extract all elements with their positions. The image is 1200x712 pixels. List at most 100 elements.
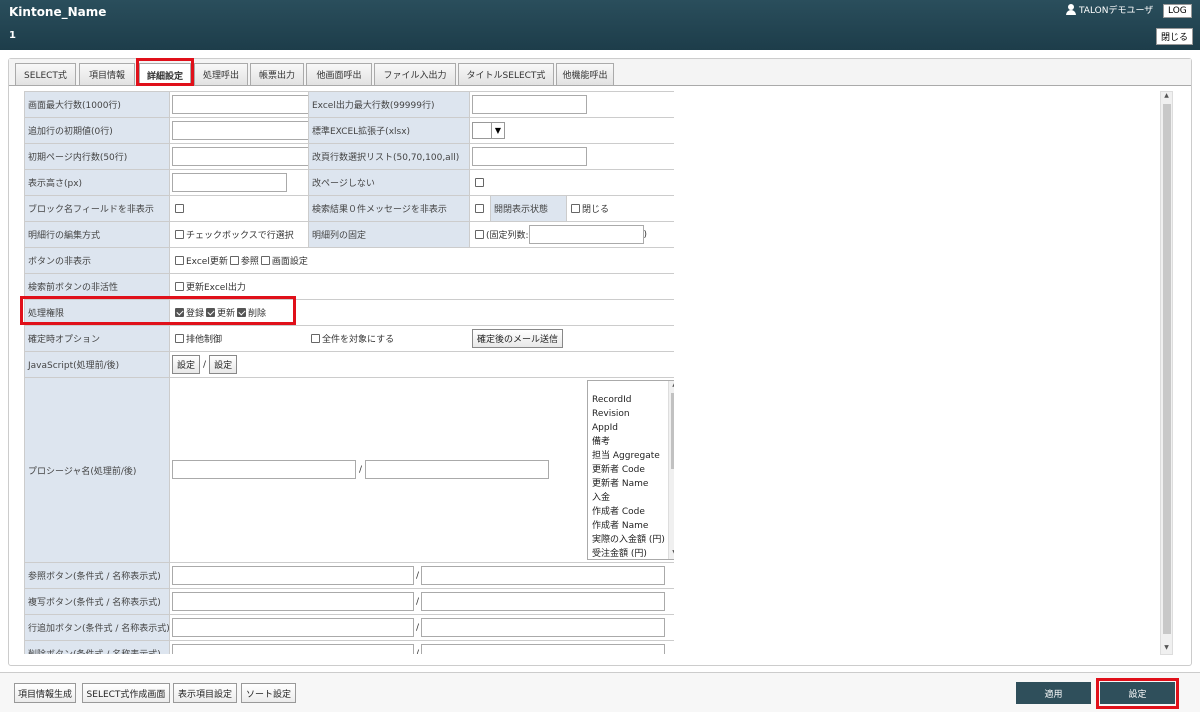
bottom-toolbar: 項目情報生成 SELECT式作成画面 表示項目設定 ソート設定 適用 設定 bbox=[0, 672, 1200, 712]
field-listbox[interactable]: RecordId Revision AppId 備考 担当 Aggregate 更新者 C… bbox=[587, 380, 674, 560]
hide-screen-setting-text: 画面設定 bbox=[271, 257, 308, 267]
delete-button-label: 削除ボタン(条件式 / 名称表示式) bbox=[24, 641, 170, 654]
display-items-button[interactable]: 表示項目設定 bbox=[173, 683, 237, 703]
excel-ext-select[interactable]: ▼ bbox=[472, 122, 505, 139]
listbox-scroll-thumb[interactable] bbox=[671, 393, 674, 469]
all-records-checkbox[interactable] bbox=[311, 334, 320, 343]
tab-process-call[interactable]: 処理呼出 bbox=[194, 63, 248, 85]
no-page-break-label: 改ページしない bbox=[308, 170, 470, 195]
page-rows-input[interactable] bbox=[172, 147, 315, 166]
sort-settings-button[interactable]: ソート設定 bbox=[241, 683, 296, 703]
scroll-down-icon[interactable]: ▼ bbox=[1161, 644, 1172, 654]
form-row: 参照ボタン(条件式 / 名称表示式) / bbox=[24, 563, 674, 589]
tab-select-formula[interactable]: SELECT式 bbox=[15, 63, 76, 85]
tab-other-function[interactable]: 他機能呼出 bbox=[556, 63, 614, 85]
hide-reference-checkbox[interactable] bbox=[229, 256, 239, 265]
fix-columns-label: 明細列の固定 bbox=[308, 222, 470, 247]
excel-max-rows-input[interactable] bbox=[472, 95, 587, 114]
gen-item-info-button[interactable]: 項目情報生成 bbox=[14, 683, 76, 703]
field-list-item[interactable]: 作成者 Code bbox=[592, 505, 674, 519]
log-button[interactable]: LOG bbox=[1163, 4, 1192, 18]
form-row: ブロック名フィールドを非表示 検索結果０件メッセージを非表示 開閉表示状態 閉じ… bbox=[24, 196, 674, 222]
post-confirm-mail-button[interactable]: 確定後のメール送信 bbox=[472, 329, 564, 348]
user-icon bbox=[1066, 4, 1076, 15]
user-info: TALONデモユーザ bbox=[1066, 3, 1153, 16]
form-row: JavaScript(処理前/後) 設定 / 設定 bbox=[24, 352, 674, 378]
field-list-item[interactable]: 入金 bbox=[592, 491, 674, 505]
field-list-item[interactable]: 更新者 Code bbox=[592, 463, 674, 477]
permission-cell: 登録 更新 削除 bbox=[175, 300, 268, 325]
hide-screen-setting-checkbox[interactable] bbox=[260, 256, 270, 265]
all-records-option: 全件を対象にする bbox=[311, 326, 394, 351]
copy-name-input[interactable] bbox=[421, 592, 665, 611]
apply-button[interactable]: 適用 bbox=[1016, 682, 1091, 704]
tab-item-info[interactable]: 項目情報 bbox=[79, 63, 135, 85]
checkbox-select-checkbox[interactable] bbox=[175, 230, 184, 239]
fix-columns-checkbox[interactable] bbox=[475, 230, 484, 239]
ref-name-input[interactable] bbox=[421, 566, 665, 585]
main-scrollbar[interactable]: ▲ ▼ bbox=[1160, 91, 1173, 655]
tab-title-select[interactable]: タイトルSELECT式 bbox=[458, 63, 554, 85]
add-row-condition-input[interactable] bbox=[172, 618, 414, 637]
field-list-item[interactable]: Revision bbox=[592, 407, 674, 421]
copy-button-label: 複写ボタン(条件式 / 名称表示式) bbox=[24, 589, 170, 614]
tab-detail-settings[interactable]: 詳細設定 bbox=[139, 63, 191, 86]
select-builder-button[interactable]: SELECT式作成画面 bbox=[82, 683, 170, 703]
close-checkbox[interactable] bbox=[571, 204, 580, 213]
tab-file-io[interactable]: ファイル入出力 bbox=[374, 63, 456, 85]
tab-bar: SELECT式 項目情報 詳細設定 処理呼出 帳票出力 他画面呼出 ファイル入出… bbox=[9, 59, 1191, 86]
hide-no-result-label: 検索結果０件メッセージを非表示 bbox=[308, 196, 470, 221]
main-scroll-thumb[interactable] bbox=[1163, 104, 1171, 634]
scroll-down-icon[interactable]: ▼ bbox=[669, 549, 674, 559]
field-list-item[interactable]: 受注金額 (円) bbox=[592, 547, 674, 559]
disable-before-search-label: 検索前ボタンの非活性 bbox=[24, 274, 170, 299]
perm-register-text: 登録 bbox=[186, 309, 205, 319]
perm-register-checkbox[interactable] bbox=[175, 308, 184, 317]
no-page-break-checkbox[interactable] bbox=[475, 178, 484, 187]
add-row-name-input[interactable] bbox=[421, 618, 665, 637]
field-list-item[interactable]: AppId bbox=[592, 421, 674, 435]
field-list-item[interactable]: 作成者 Name bbox=[592, 519, 674, 533]
tab-other-screen[interactable]: 他画面呼出 bbox=[306, 63, 372, 85]
close-button[interactable]: 閉じる bbox=[1156, 28, 1194, 45]
scroll-up-icon[interactable]: ▲ bbox=[669, 381, 674, 391]
delete-name-input[interactable] bbox=[421, 644, 665, 654]
procedure-before-input[interactable] bbox=[172, 460, 356, 479]
exclusive-control-checkbox[interactable] bbox=[175, 334, 184, 343]
field-list-item[interactable]: 担当 Aggregate bbox=[592, 449, 674, 463]
js-after-set-button[interactable]: 設定 bbox=[209, 355, 238, 374]
ref-slash: / bbox=[416, 570, 420, 581]
field-list-item[interactable]: 更新者 Name bbox=[592, 477, 674, 491]
javascript-label: JavaScript(処理前/後) bbox=[24, 352, 170, 377]
field-list-item[interactable]: 備考 bbox=[592, 435, 674, 449]
procedure-after-input[interactable] bbox=[365, 460, 549, 479]
tab-report-output[interactable]: 帳票出力 bbox=[250, 63, 304, 85]
excel-max-rows-label: Excel出力最大行数(99999行) bbox=[308, 92, 470, 117]
add-rows-label: 追加行の初期値(0行) bbox=[24, 118, 170, 143]
perm-update-checkbox[interactable] bbox=[206, 308, 216, 317]
scroll-up-icon[interactable]: ▲ bbox=[1161, 92, 1172, 102]
page-row-list-input[interactable] bbox=[472, 147, 587, 166]
hide-no-result-checkbox[interactable] bbox=[475, 204, 484, 213]
hide-excel-update-checkbox[interactable] bbox=[175, 256, 184, 265]
delete-condition-input[interactable] bbox=[172, 644, 414, 654]
update-excel-output-checkbox[interactable] bbox=[175, 282, 184, 291]
exclusive-control-text: 排他制御 bbox=[186, 335, 223, 345]
listbox-scrollbar[interactable]: ▲ ▼ bbox=[668, 381, 674, 559]
fix-count-input[interactable] bbox=[528, 225, 644, 244]
ref-condition-input[interactable] bbox=[172, 566, 414, 585]
max-rows-input[interactable] bbox=[172, 95, 315, 114]
js-before-set-button[interactable]: 設定 bbox=[172, 355, 201, 374]
field-list-item[interactable]: RecordId bbox=[592, 393, 674, 407]
checkbox-select-text: チェックボックスで行選択 bbox=[186, 231, 294, 241]
form-row: 複写ボタン(条件式 / 名称表示式) / bbox=[24, 589, 674, 615]
hide-block-checkbox[interactable] bbox=[175, 204, 184, 213]
field-list: RecordId Revision AppId 備考 担当 Aggregate 更新者 C… bbox=[588, 381, 674, 559]
settings-button[interactable]: 設定 bbox=[1100, 682, 1175, 704]
field-list-item[interactable]: 実際の入金額 (円) bbox=[592, 533, 674, 547]
form-row: プロシージャ名(処理前/後) / RecordId Revision AppId 備考… bbox=[24, 378, 674, 563]
copy-condition-input[interactable] bbox=[172, 592, 414, 611]
height-input[interactable] bbox=[172, 173, 287, 192]
perm-delete-checkbox[interactable] bbox=[237, 308, 247, 317]
add-rows-input[interactable] bbox=[172, 121, 315, 140]
